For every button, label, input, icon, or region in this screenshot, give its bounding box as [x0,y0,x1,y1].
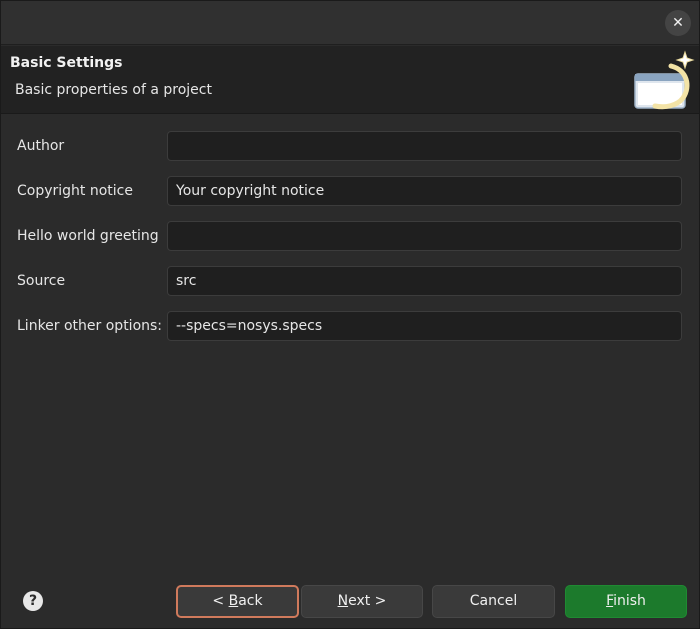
back-rest: ack [238,593,263,609]
author-label: Author [17,138,65,154]
next-button[interactable]: Next > [301,585,423,618]
form-row-author: Author [1,130,699,162]
wizard-banner-icon [634,50,695,110]
source-input[interactable] [167,266,682,296]
form-row-source: Source [1,265,699,297]
button-bar: ? < Back Next > Cancel Finish [1,569,699,629]
hello-world-greeting-input[interactable] [167,221,682,251]
cancel-button[interactable]: Cancel [432,585,555,618]
page-description: Basic properties of a project [15,82,212,98]
back-prefix: < [212,593,229,609]
finish-rest: inish [613,593,646,609]
source-label: Source [17,273,66,289]
linker-other-options-input[interactable] [167,311,682,341]
hello-world-greeting-label: Hello world greeting [17,228,159,244]
close-icon[interactable]: ✕ [665,10,691,36]
page-title: Basic Settings [10,55,123,71]
back-button[interactable]: < Back [176,585,299,618]
finish-button[interactable]: Finish [565,585,687,618]
copyright-notice-input[interactable] [167,176,682,206]
back-mnemonic: B [228,593,239,609]
wizard-header: Basic Settings Basic properties of a pro… [1,46,699,114]
wizard-dialog: ✕ Basic Settings Basic properties of a p… [0,0,700,629]
next-mnemonic: N [337,593,349,609]
help-icon[interactable]: ? [23,591,43,611]
form-row-linker: Linker other options: [1,310,699,342]
copyright-notice-label: Copyright notice [17,183,133,199]
next-rest: ext > [348,593,387,609]
title-bar: ✕ [1,1,699,45]
author-input[interactable] [167,131,682,161]
form-row-copyright: Copyright notice [1,175,699,207]
form-row-greeting: Hello world greeting [1,220,699,252]
linker-other-options-label: Linker other options: [17,318,163,334]
